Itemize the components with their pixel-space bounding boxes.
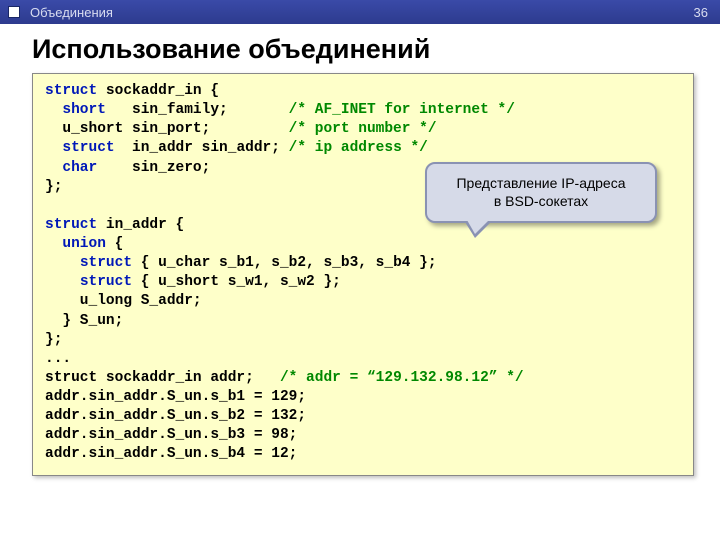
- code-text: { u_short s_w1, s_w2 };: [132, 274, 341, 290]
- kw-struct: struct: [80, 255, 132, 271]
- code-text: sin_zero;: [97, 160, 210, 176]
- kw-struct: struct: [62, 140, 114, 156]
- code-text: {: [106, 236, 123, 252]
- code-text: u_long S_addr;: [45, 293, 202, 309]
- callout-box: Представление IP-адреса в BSD-сокетах: [425, 162, 657, 223]
- code-text: sockaddr_in {: [97, 83, 219, 99]
- comment: /* ip address */: [289, 140, 428, 156]
- callout-line1: Представление IP-адреса: [435, 174, 647, 192]
- code-text: addr.sin_addr.S_un.s_b1 = 129;: [45, 389, 306, 405]
- slide-title: Использование объединений: [0, 24, 720, 73]
- code-text: in_addr {: [97, 217, 184, 233]
- kw-union: union: [62, 236, 106, 252]
- code-text: in_addr sin_addr;: [115, 140, 289, 156]
- code-text: addr.sin_addr.S_un.s_b4 = 12;: [45, 446, 297, 462]
- code-text: };: [45, 179, 62, 195]
- kw-struct: struct: [45, 83, 97, 99]
- header-bar: Объединения 36: [0, 0, 720, 24]
- code-text: struct sockaddr_in addr;: [45, 370, 280, 386]
- comment: /* addr = “129.132.98.12” */: [280, 370, 524, 386]
- code-text: sin_family;: [106, 102, 289, 118]
- kw-struct: struct: [45, 217, 97, 233]
- kw-char: char: [62, 160, 97, 176]
- kw-struct: struct: [80, 274, 132, 290]
- code-text: } S_un;: [45, 313, 123, 329]
- section-label: Объединения: [30, 5, 113, 20]
- code-text: };: [45, 332, 62, 348]
- code-block: struct sockaddr_in { short sin_family; /…: [32, 73, 694, 476]
- code-text: u_short sin_port;: [45, 121, 289, 137]
- kw-short: short: [62, 102, 106, 118]
- header-decor-square: [8, 6, 20, 18]
- comment: /* AF_INET for internet */: [289, 102, 515, 118]
- code-text: addr.sin_addr.S_un.s_b3 = 98;: [45, 427, 297, 443]
- code-text: addr.sin_addr.S_un.s_b2 = 132;: [45, 408, 306, 424]
- callout-line2: в BSD-сокетах: [435, 192, 647, 210]
- code-text: { u_char s_b1, s_b2, s_b3, s_b4 };: [132, 255, 437, 271]
- page-number: 36: [694, 5, 708, 20]
- code-text: ...: [45, 351, 71, 367]
- comment: /* port number */: [289, 121, 437, 137]
